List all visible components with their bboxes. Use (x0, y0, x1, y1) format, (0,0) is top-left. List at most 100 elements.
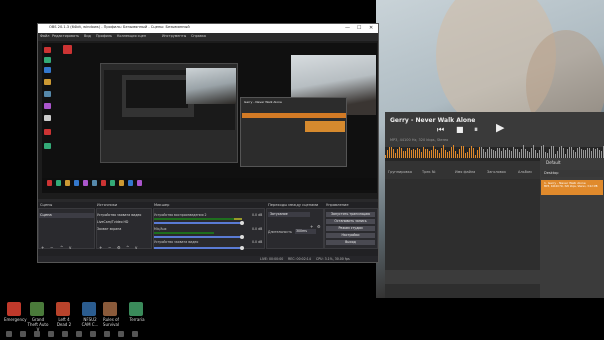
desktop-app-icon[interactable] (103, 302, 117, 316)
remove-source-button[interactable]: − (108, 245, 111, 250)
studio-mode-button[interactable]: Режим студии (326, 226, 375, 231)
tray-icon[interactable] (48, 331, 54, 337)
waveform-bar (563, 147, 564, 158)
column-filename[interactable]: Имя файла (455, 170, 475, 174)
waveform-bar (393, 149, 394, 158)
waveform-bar (423, 146, 424, 158)
exit-button[interactable]: Выход (326, 240, 375, 245)
source-down-button[interactable]: v (135, 245, 137, 250)
playlist-desktop-row[interactable]: Desktop (541, 170, 603, 177)
transition-type-select[interactable]: Затухание (268, 212, 310, 217)
scene-up-button[interactable]: ^ (60, 245, 63, 250)
source-settings-icon[interactable]: ⚙ (117, 245, 121, 250)
waveform-bar (401, 148, 402, 158)
start-icon[interactable] (6, 331, 12, 337)
stop-recording-button[interactable]: Остановить запись (326, 219, 375, 224)
waveform-bar (529, 152, 530, 158)
tray-icon[interactable] (20, 331, 26, 337)
waveform-bar (509, 149, 510, 158)
stop-button[interactable]: ■ (456, 126, 464, 134)
desktop-app-icon[interactable] (7, 302, 21, 316)
menu-file[interactable]: Файл (40, 34, 49, 38)
add-source-button[interactable]: + (99, 245, 102, 250)
menu-profile[interactable]: Профиль (96, 34, 112, 38)
mixer-track-label: Устройство захвата видео (154, 240, 199, 244)
duration-input[interactable]: 300ms (295, 229, 316, 234)
desktop-app-icon[interactable] (30, 302, 44, 316)
waveform-bar (477, 149, 478, 158)
add-scene-button[interactable]: + (41, 245, 44, 250)
waveform-bar (463, 146, 464, 158)
waveform-bar (591, 151, 592, 158)
waveform-bar (395, 152, 396, 158)
mixer-volume-knob[interactable] (240, 221, 244, 225)
tray-icon[interactable] (76, 331, 82, 337)
tray-icon[interactable] (34, 331, 40, 337)
scene-down-button[interactable]: v (69, 245, 71, 250)
mixer-volume-knob[interactable] (240, 235, 244, 239)
waveform-bar (405, 151, 406, 158)
waveform-bar (431, 149, 432, 158)
prev-button[interactable]: ⏮ (437, 126, 444, 134)
column-title[interactable]: Заголовок (487, 170, 506, 174)
waveform-bar (539, 150, 540, 158)
song-info: MP3, 44100 Hz, 320 kbps, Stereo (390, 138, 449, 142)
menu-view[interactable]: Вид (84, 34, 91, 38)
waveform-bar (569, 147, 570, 158)
waveform-bar (579, 147, 580, 158)
nested-playlist-selection (305, 121, 345, 132)
close-button[interactable]: ✕ (369, 24, 373, 32)
desktop-app-icon[interactable] (82, 302, 96, 316)
cpu-status: CPU: 3.1%, 30.00 fps (316, 257, 350, 261)
column-grouping[interactable]: Группировка (388, 170, 412, 174)
source-up-button[interactable]: ^ (126, 245, 129, 250)
menu-edit[interactable]: Редактировать (52, 34, 79, 38)
menu-tools[interactable]: Инструменты (162, 34, 186, 38)
tray-icon[interactable] (118, 331, 124, 337)
waveform-bar (557, 151, 558, 158)
tray-icon[interactable] (132, 331, 138, 337)
source-item[interactable]: LiveCam/Tvideo HD (97, 220, 128, 224)
settings-button[interactable]: Настройки (326, 233, 375, 238)
tray-icon[interactable] (62, 331, 68, 337)
mixer-volume-knob[interactable] (240, 246, 244, 250)
mixer-volume-slider[interactable] (154, 222, 242, 224)
waveform-bar (483, 149, 484, 158)
menu-help[interactable]: Справка (191, 34, 206, 38)
column-track[interactable]: Трек № (422, 170, 435, 174)
mixer-track-db: 0.0 dB (252, 227, 263, 231)
waveform-bar (583, 149, 584, 158)
mixer-volume-slider[interactable] (154, 247, 242, 249)
waveform-bar (491, 148, 492, 158)
waveform-bar (445, 149, 446, 158)
tray-icon[interactable] (104, 331, 110, 337)
menu-scene-collection[interactable]: Коллекция сцен (117, 34, 146, 38)
playlist-selected-label: 1. Gerry - Never Walk Alone MP3, 44100 H… (544, 181, 597, 189)
nested-preview-canvas-2 (126, 80, 188, 108)
play-button[interactable]: ▶ (496, 122, 504, 133)
waveform-bar (389, 147, 390, 158)
waveform-bar (447, 152, 448, 158)
mixer-track-label: Устройство воспроизведения 2 (154, 213, 207, 217)
waveform-bar (409, 147, 410, 158)
pause-button[interactable]: ⏸ (474, 126, 478, 134)
remove-scene-button[interactable]: − (50, 245, 53, 250)
waveform-bar (455, 151, 456, 158)
waveform-bar (601, 150, 602, 158)
mixer-volume-slider[interactable] (154, 236, 242, 238)
source-item[interactable]: Захват экрана (97, 227, 121, 231)
desktop-app-icon[interactable] (56, 302, 70, 316)
scenes-title: Сцены (40, 203, 53, 207)
waveform-bar (403, 150, 404, 158)
column-album[interactable]: Альбом (518, 170, 532, 174)
waveform-bar (461, 146, 462, 158)
minimize-button[interactable]: — (345, 24, 350, 32)
transition-settings-icon[interactable]: ⚙ (317, 224, 321, 229)
maximize-button[interactable]: ☐ (357, 24, 361, 32)
waveform-bar (487, 148, 488, 158)
waveform-bar (475, 154, 476, 158)
source-item[interactable]: Устройство захвата видео (97, 213, 141, 217)
start-streaming-button[interactable]: Запустить трансляцию (326, 212, 375, 217)
desktop-app-icon[interactable] (129, 302, 143, 316)
tray-icon[interactable] (90, 331, 96, 337)
